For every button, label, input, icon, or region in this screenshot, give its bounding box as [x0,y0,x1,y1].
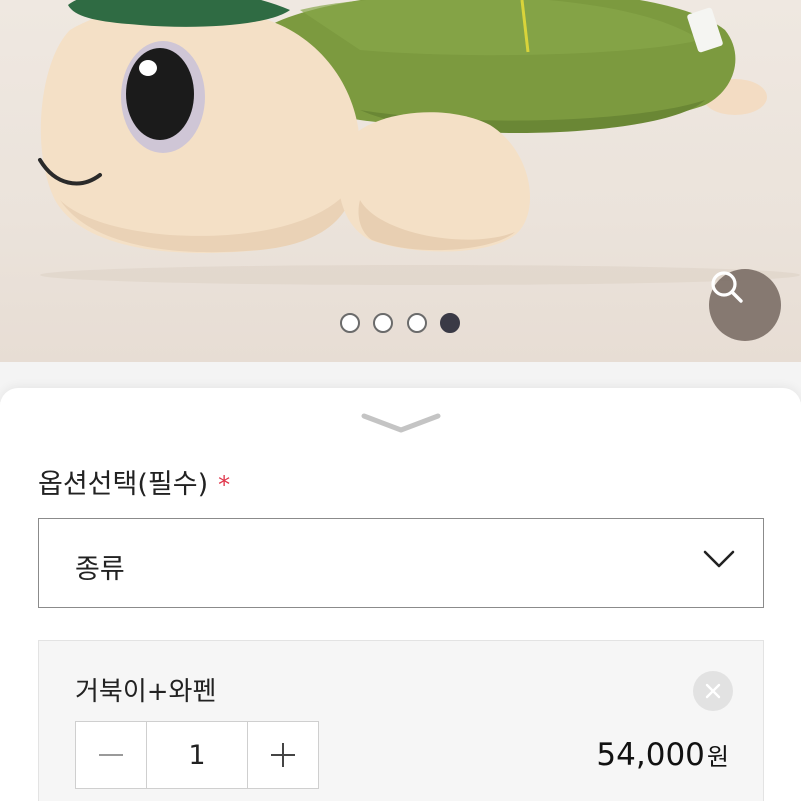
carousel-indicators [0,313,801,333]
option-select[interactable]: 종류 [38,518,764,608]
carousel-dot-4[interactable] [440,313,460,333]
plus-icon [271,743,295,767]
sheet-collapse-handle[interactable] [358,408,444,436]
required-mark: * [218,471,231,499]
option-select-value: 종류 [75,554,125,585]
quantity-stepper: 1 [75,721,319,789]
carousel-dot-3[interactable] [407,313,427,333]
chevron-down-icon [703,550,735,568]
quantity-value[interactable]: 1 [146,722,248,788]
remove-option-button[interactable] [693,671,733,711]
product-image[interactable] [0,0,801,362]
selected-option-name: 거북이+와펜 [75,677,217,707]
option-price: 54,000원 [596,737,729,773]
price-unit: 원 [706,743,729,771]
selected-option-item: 거북이+와펜 1 54,000원 [38,640,764,801]
option-bottom-sheet: 옵션선택(필수) * 종류 거북이+와펜 1 54,000원 [0,388,801,801]
carousel-dot-1[interactable] [340,313,360,333]
close-icon [705,683,721,699]
search-icon [711,271,743,303]
carousel-dot-2[interactable] [373,313,393,333]
zoom-button[interactable] [709,269,781,341]
option-section-title: 옵션선택(필수) * [38,462,230,501]
price-amount: 54,000 [596,737,705,773]
chevron-down-icon [361,413,441,433]
option-title-text: 옵션선택(필수) [38,469,209,500]
minus-icon [99,754,123,756]
decrement-button[interactable] [76,722,146,788]
turtle-plush-illustration [38,0,800,285]
increment-button[interactable] [248,722,318,788]
